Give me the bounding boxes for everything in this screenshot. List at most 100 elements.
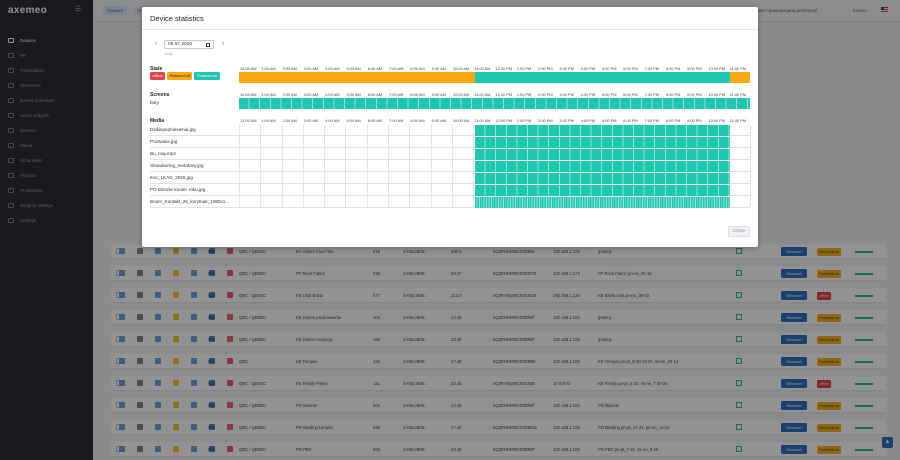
- hour-grid-line: [750, 125, 751, 207]
- timeline-tick-label: 10:00 AM: [452, 92, 470, 97]
- timeline-tick-label: 9:00 AM: [431, 118, 446, 123]
- media-row-label: Bu_maj.mp4: [150, 151, 176, 156]
- timeline-tick-label: 8:00 PM: [665, 66, 681, 71]
- timeline-tick-label: 10:00 AM: [452, 118, 470, 123]
- timeline-tick-label: 3:00 PM: [559, 118, 574, 123]
- media-activity-bar: [475, 161, 730, 172]
- timeline-tick-label: 11:00 AM: [474, 92, 491, 97]
- timeline-tick-label: 4:00 PM: [580, 118, 596, 123]
- media-activity-bar: [475, 197, 730, 208]
- timeline-tick-label: 2:00 AM: [282, 92, 297, 97]
- date-input[interactable]: 08.07.2026: [164, 40, 214, 49]
- media-activity-bar: [475, 173, 730, 184]
- timeline-tick-label: 3:00 PM: [559, 66, 574, 71]
- timeline-tick-label: 1:00 PM: [516, 118, 532, 123]
- timeline-tick-label: 7:00 AM: [389, 118, 404, 123]
- media-activity-bar: [475, 149, 730, 160]
- media-activity-bar: [475, 125, 730, 136]
- timeline-tick-label: 5:00 PM: [601, 92, 617, 97]
- media-row-label: Pozwanie.jpg: [150, 139, 178, 144]
- timeline-tick-label: 9:00 PM: [687, 118, 702, 123]
- timeline-tick-label: 5:00 AM: [346, 118, 361, 123]
- timeline-tick-label: 11:00 AM: [474, 118, 491, 123]
- timeline-tick-label: 6:00 AM: [367, 118, 383, 123]
- timeline-tick-label: 4:00 AM: [325, 66, 340, 71]
- timeline-tick-label: 2:00 PM: [538, 92, 553, 97]
- timeline-tick-label: 8:00 AM: [410, 92, 425, 97]
- media-row-label: Boom_Kontakt_25_korytnak_1080x1...: [150, 199, 230, 204]
- timeline-tick-label: 9:00 AM: [431, 66, 446, 71]
- date-value: 08.07.2026: [168, 42, 193, 47]
- timeline-tick-label: 1:00 PM: [516, 66, 532, 71]
- legend-powered-off: Powered off: [167, 72, 193, 80]
- next-day-button[interactable]: ›: [219, 40, 227, 48]
- timeline-tick-label: 11:00 PM: [729, 92, 747, 97]
- timeline-tick-label: 6:00 PM: [623, 66, 638, 71]
- timeline-tick-label: 4:00 AM: [325, 92, 340, 97]
- timeline-tick-label: 10:00 PM: [708, 118, 726, 123]
- timeline-tick-label: 12:00 AM: [240, 92, 257, 97]
- state-legend: offline Powered off Powered on: [150, 72, 220, 81]
- timeline-tick-label: 9:00 PM: [687, 92, 702, 97]
- timeline-tick-label: 12:00 PM: [495, 66, 513, 71]
- dialog-title: Device statistics: [150, 14, 204, 23]
- timeline-tick-label: 3:00 AM: [303, 118, 319, 123]
- state-segment-powered-off: [730, 72, 750, 83]
- date-hint: today: [164, 52, 173, 56]
- close-button[interactable]: Close: [728, 226, 750, 237]
- timeline-tick-label: 5:00 AM: [346, 66, 361, 71]
- timeline-tick-label: 3:00 AM: [303, 92, 319, 97]
- timeline-tick-label: 4:00 PM: [580, 66, 596, 71]
- screen-activity-bar: [239, 98, 750, 109]
- state-segment-powered-on: [475, 72, 730, 83]
- timeline-tick-label: 10:00 AM: [452, 66, 470, 71]
- device-statistics-dialog: Device statistics ‹ 08.07.2026 › today S…: [142, 7, 758, 247]
- media-row-label: Kvn_1KAG_2026.jpg: [150, 175, 193, 180]
- timeline-tick-label: 10:00 PM: [708, 92, 726, 97]
- divider: [142, 29, 758, 30]
- timeline-tick-label: 1:00 AM: [261, 92, 276, 97]
- timeline-tick-label: 6:00 AM: [367, 66, 383, 71]
- timeline-tick-label: 11:00 AM: [474, 66, 491, 71]
- timeline-tick-label: 12:00 PM: [495, 92, 513, 97]
- calendar-icon[interactable]: [206, 43, 210, 47]
- timeline-tick-label: 3:00 PM: [559, 92, 574, 97]
- media-row-label: Slowakoring_motakary.jpg: [150, 163, 204, 168]
- state-bar: [239, 72, 750, 83]
- timeline-tick-label: 6:00 PM: [623, 118, 638, 123]
- legend-offline: offline: [150, 72, 166, 80]
- timeline-tick-label: 7:00 PM: [644, 92, 660, 97]
- timeline-tick-label: 1:00 AM: [261, 118, 276, 123]
- timeline-tick-label: 5:00 PM: [601, 66, 617, 71]
- timeline-tick-label: 6:00 PM: [623, 92, 638, 97]
- timeline-tick-label: 5:00 AM: [346, 92, 361, 97]
- timeline-tick-label: 12:00 PM: [495, 118, 513, 123]
- timeline-tick-label: 4:00 PM: [580, 92, 596, 97]
- screen-row-label: bary: [150, 100, 159, 105]
- timeline-tick-label: 8:00 AM: [410, 66, 425, 71]
- timeline-tick-label: 9:00 PM: [687, 66, 702, 71]
- timeline-tick-label: 6:00 AM: [367, 92, 383, 97]
- legend-powered-on: Powered on: [194, 72, 220, 80]
- previous-day-button[interactable]: ‹: [152, 40, 160, 48]
- media-section-label: Media: [150, 118, 165, 124]
- timeline-tick-label: 11:00 PM: [729, 118, 747, 123]
- timeline-tick-label: 7:00 AM: [389, 66, 404, 71]
- timeline-tick-label: 2:00 AM: [282, 66, 297, 71]
- timeline-tick-label: 8:00 PM: [665, 92, 681, 97]
- screens-section-label: Screens: [150, 92, 170, 98]
- timeline-tick-label: 9:00 AM: [431, 92, 446, 97]
- timeline-tick-label: 10:00 PM: [708, 66, 726, 71]
- media-activity-bar: [475, 185, 730, 196]
- timeline-tick-label: 2:00 AM: [282, 118, 297, 123]
- timeline-tick-label: 7:00 AM: [389, 92, 404, 97]
- timeline-tick-label: 7:00 PM: [644, 118, 660, 123]
- media-row-label: Dzikiepodniesienia.jpg: [150, 127, 196, 132]
- media-activity-bar: [475, 137, 730, 148]
- timeline-tick-label: 8:00 AM: [410, 118, 425, 123]
- state-segment-powered-off: [239, 72, 475, 83]
- timeline-tick-label: 11:00 PM: [729, 66, 747, 71]
- timeline-tick-label: 1:00 PM: [516, 92, 532, 97]
- timeline-tick-label: 12:00 AM: [240, 66, 257, 71]
- timeline-tick-label: 3:00 AM: [303, 66, 319, 71]
